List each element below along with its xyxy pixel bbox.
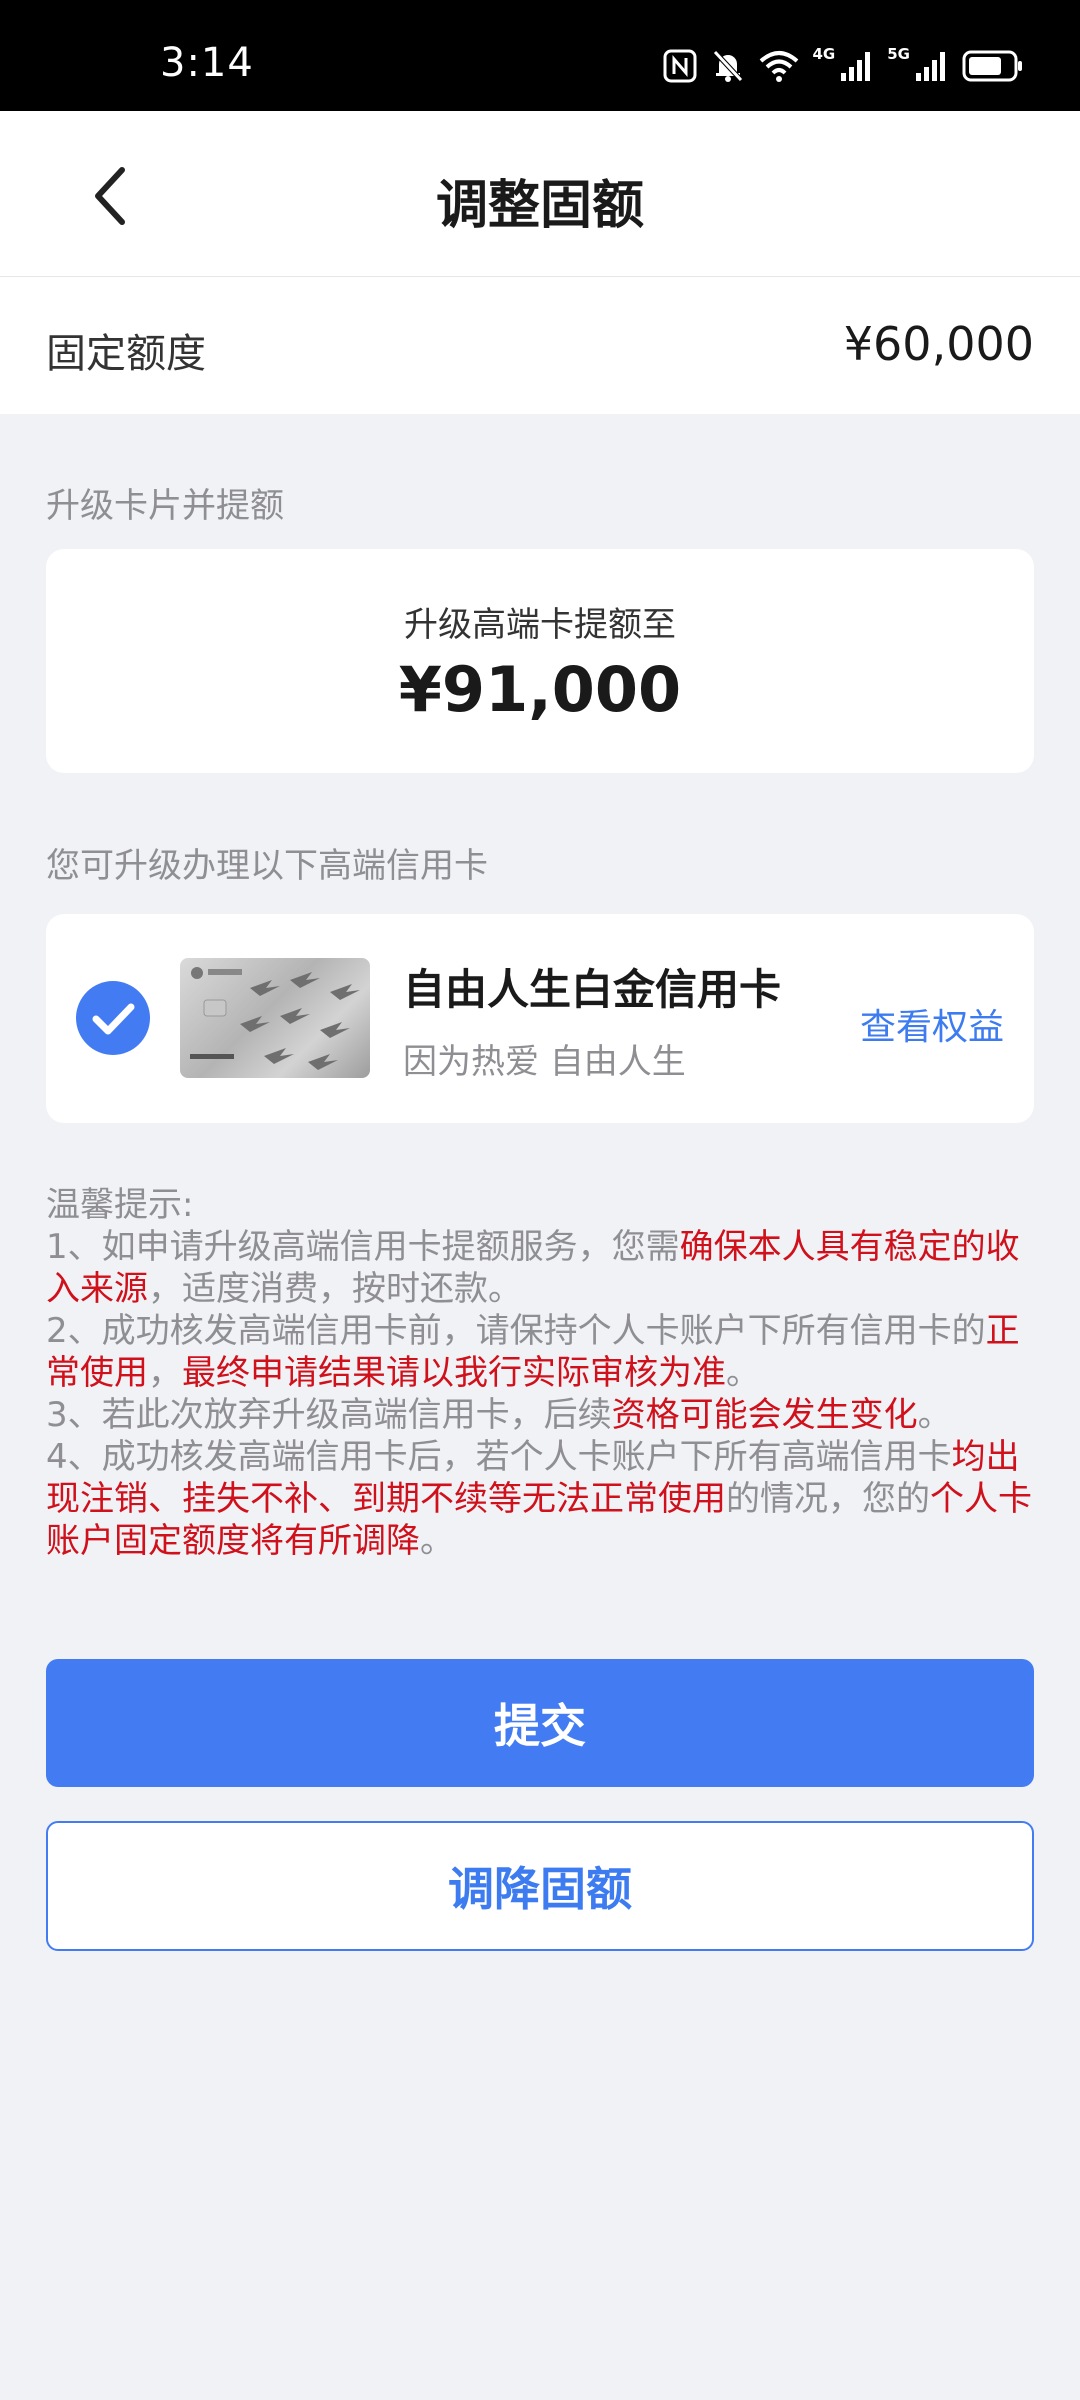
tip-item: 2、成功核发高端信用卡前，请保持个人卡账户下所有信用卡的正常使用，最终申请结果请… — [46, 1311, 1020, 1393]
tip-item: 4、成功核发高端信用卡后，若个人卡账户下所有高端信用卡均出现注销、挂失不补、到期… — [46, 1437, 1032, 1561]
status-time: 3:14 — [160, 40, 254, 86]
upgrade-amount-card: 升级高端卡提额至 ¥91,000 — [46, 549, 1034, 773]
card-name: 自由人生白金信用卡 — [403, 965, 782, 1014]
view-benefits-link[interactable]: 查看权益 — [860, 998, 1004, 1050]
card-slogan: 因为热爱 自由人生 — [403, 1042, 686, 1082]
tip-highlight: 最终申请结果请以我行实际审核为准 — [182, 1353, 726, 1393]
signal-icon — [841, 52, 871, 81]
nfc-icon — [663, 49, 696, 83]
tips-section: 温馨提示: 1、如申请升级高端信用卡提额服务，您需确保本人具有稳定的收入来源，适… — [46, 1184, 1036, 1562]
battery-icon — [962, 50, 1022, 82]
upgrade-amount: ¥91,000 — [398, 653, 682, 726]
bell-mute-icon — [712, 50, 743, 82]
network-type-label: 5G — [887, 45, 910, 63]
fixed-limit-label: 固定额度 — [46, 331, 206, 377]
signal-icon — [916, 52, 945, 81]
upgrade-section-label: 升级卡片并提额 — [46, 486, 284, 526]
credit-card-image — [180, 958, 370, 1078]
fixed-limit-value: ¥60,000 — [843, 317, 1034, 371]
tips-title: 温馨提示: — [46, 1185, 194, 1225]
nav-bar: 调整固额 — [0, 111, 1080, 277]
tip-item: 1、如申请升级高端信用卡提额服务，您需确保本人具有稳定的收入来源，适度消费，按时… — [46, 1227, 1020, 1309]
tip-item: 3、若此次放弃升级高端信用卡，后续资格可能会发生变化。 — [46, 1395, 952, 1435]
card-option[interactable]: 自由人生白金信用卡 因为热爱 自由人生 查看权益 — [46, 914, 1034, 1123]
cards-section-label: 您可升级办理以下高端信用卡 — [46, 846, 488, 886]
status-icons: 4G 5G — [663, 45, 1025, 86]
status-bar: 3:14 4G 5G — [0, 0, 1080, 111]
lower-limit-button[interactable]: 调降固额 — [46, 1821, 1034, 1951]
submit-button[interactable]: 提交 — [46, 1659, 1034, 1787]
upgrade-subtitle: 升级高端卡提额至 — [404, 605, 676, 645]
wifi-icon — [759, 51, 798, 82]
network-type-label: 4G — [812, 45, 836, 63]
check-circle-icon[interactable] — [75, 980, 151, 1056]
fixed-limit-row: 固定额度 ¥60,000 — [0, 277, 1080, 414]
page-title: 调整固额 — [435, 176, 644, 236]
tip-highlight: 资格可能会发生变化 — [611, 1395, 918, 1435]
